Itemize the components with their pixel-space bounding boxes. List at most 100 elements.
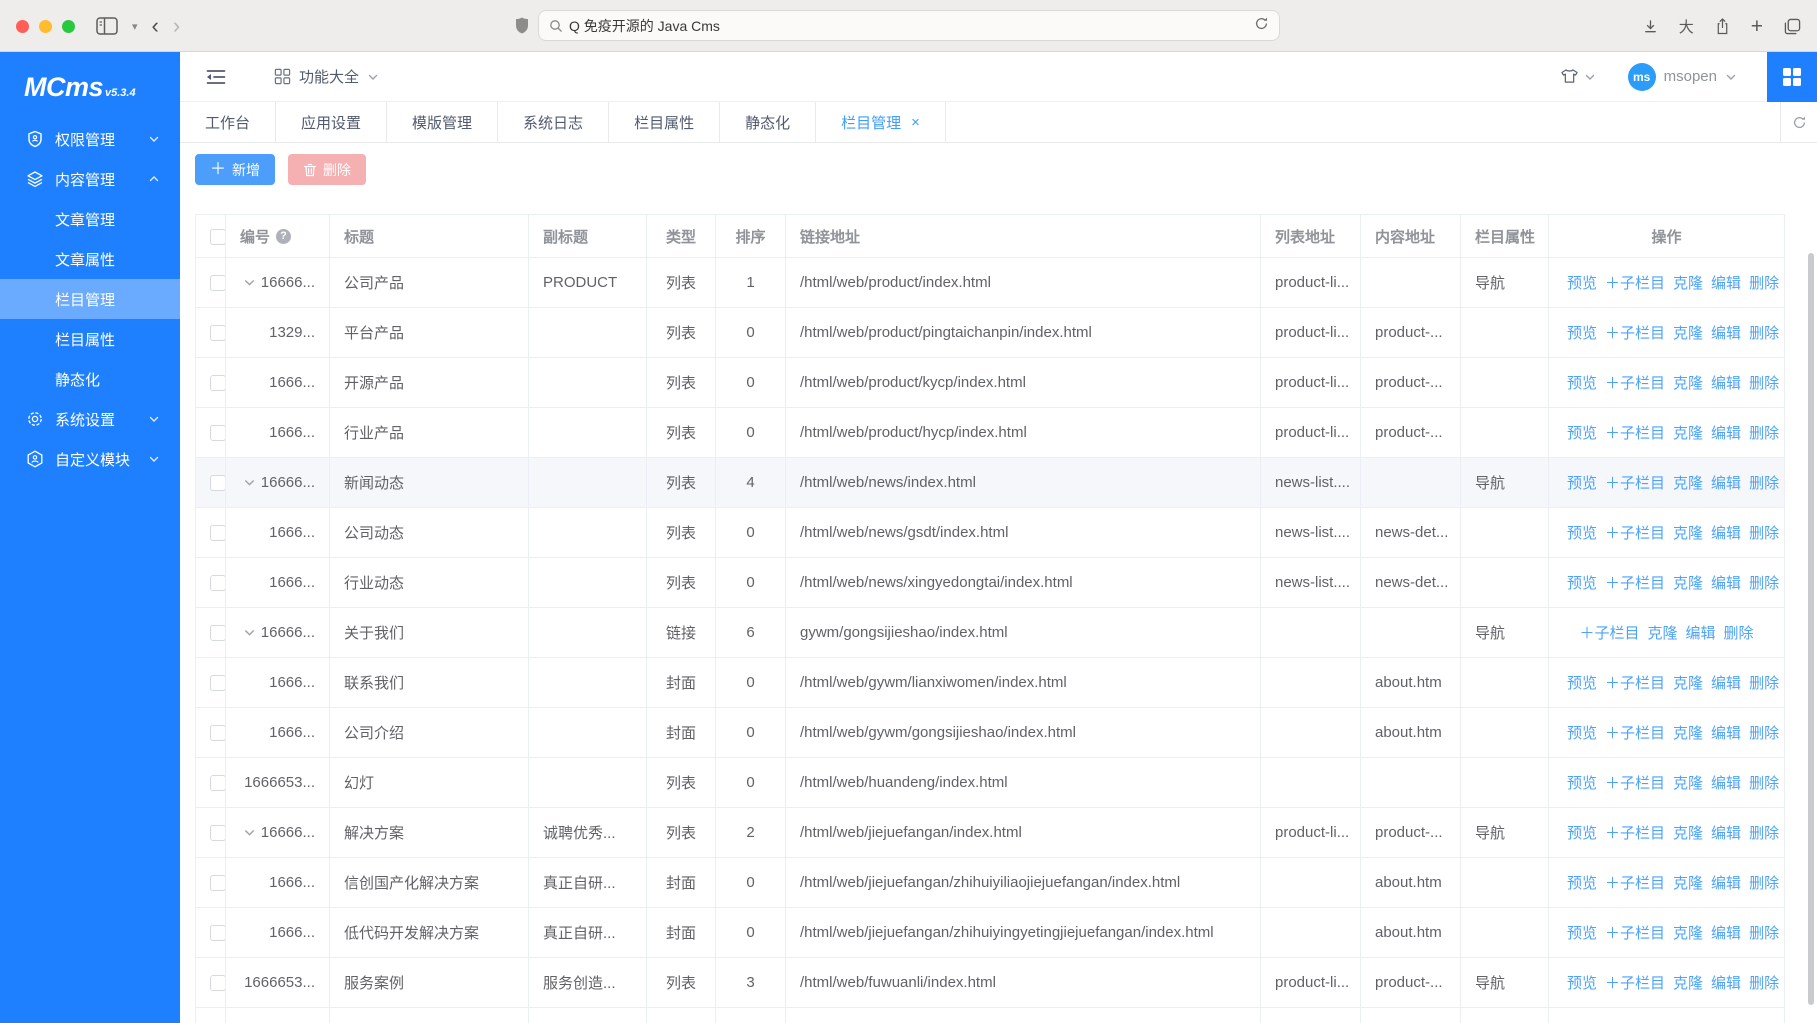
action-edit[interactable]: 编辑 [1711,375,1741,392]
row-checkbox[interactable] [210,325,226,341]
apps-menu-button[interactable]: 功能大全 [274,66,379,87]
action-delete[interactable]: 删除 [1749,525,1779,542]
action-edit[interactable]: 编辑 [1711,325,1741,342]
action-add-subcolumn[interactable]: ＋子栏目 [1605,675,1665,692]
action-delete[interactable]: 删除 [1749,725,1779,742]
action-preview[interactable]: 预览 [1567,425,1597,442]
action-clone[interactable]: 克隆 [1673,775,1703,792]
action-preview[interactable]: 预览 [1567,925,1597,942]
row-checkbox[interactable] [210,875,226,891]
action-add-subcolumn[interactable]: ＋子栏目 [1605,325,1665,342]
text-size-button[interactable]: 大 [1679,16,1694,37]
action-preview[interactable]: 预览 [1567,275,1597,292]
vertical-scrollbar[interactable] [1808,253,1814,1005]
minimize-window-button[interactable] [39,20,52,33]
action-add-subcolumn[interactable]: ＋子栏目 [1605,725,1665,742]
action-add-subcolumn[interactable]: ＋子栏目 [1605,875,1665,892]
action-add-subcolumn[interactable]: ＋子栏目 [1605,425,1665,442]
tab-staticize[interactable]: 静态化 [720,102,816,142]
sidebar-item-system-settings[interactable]: 系统设置 [0,399,180,439]
action-delete[interactable]: 删除 [1724,625,1754,642]
sidebar-item-content[interactable]: 内容管理 [0,159,180,199]
sidebar-item-custom-modules[interactable]: 自定义模块 [0,439,180,479]
action-delete[interactable]: 删除 [1749,475,1779,492]
action-clone[interactable]: 克隆 [1673,575,1703,592]
action-edit[interactable]: 编辑 [1711,675,1741,692]
row-checkbox[interactable] [210,675,226,691]
user-menu[interactable]: ms msopen [1610,63,1737,91]
action-delete[interactable]: 删除 [1749,325,1779,342]
action-delete[interactable]: 删除 [1749,825,1779,842]
action-edit[interactable]: 编辑 [1711,525,1741,542]
sidebar-item-staticize[interactable]: 静态化 [0,359,180,399]
theme-button[interactable] [1560,68,1596,85]
row-checkbox[interactable] [210,975,226,991]
app-grid-button[interactable] [1767,52,1817,102]
action-preview[interactable]: 预览 [1567,325,1597,342]
action-clone[interactable]: 克隆 [1647,625,1677,642]
row-checkbox[interactable] [210,625,226,641]
row-checkbox[interactable] [210,575,226,591]
action-edit[interactable]: 编辑 [1711,575,1741,592]
action-clone[interactable]: 克隆 [1673,325,1703,342]
forward-button[interactable]: › [173,13,180,39]
action-edit[interactable]: 编辑 [1711,875,1741,892]
close-window-button[interactable] [16,20,29,33]
action-clone[interactable]: 克隆 [1673,525,1703,542]
sidebar-item-article-management[interactable]: 文章管理 [0,199,180,239]
expand-row-icon[interactable] [243,826,256,839]
row-checkbox[interactable] [210,725,226,741]
privacy-shield-icon[interactable] [514,16,530,40]
action-add-subcolumn[interactable]: ＋子栏目 [1605,475,1665,492]
row-checkbox[interactable] [210,375,226,391]
action-add-subcolumn[interactable]: ＋子栏目 [1605,825,1665,842]
action-add-subcolumn[interactable]: ＋子栏目 [1605,925,1665,942]
expand-row-icon[interactable] [243,626,256,639]
action-add-subcolumn[interactable]: ＋子栏目 [1605,975,1665,992]
action-clone[interactable]: 克隆 [1673,725,1703,742]
action-delete[interactable]: 删除 [1749,375,1779,392]
sidebar-toggle-icon[interactable] [96,17,118,35]
share-icon[interactable] [1715,18,1730,35]
action-clone[interactable]: 克隆 [1673,925,1703,942]
action-clone[interactable]: 克隆 [1673,825,1703,842]
action-preview[interactable]: 预览 [1567,975,1597,992]
row-checkbox[interactable] [210,825,226,841]
action-add-subcolumn[interactable]: ＋子栏目 [1605,375,1665,392]
tab-column-attributes[interactable]: 栏目属性 [609,102,720,142]
new-tab-icon[interactable]: + [1751,16,1763,37]
help-icon[interactable]: ? [276,229,291,244]
action-clone[interactable]: 克隆 [1673,675,1703,692]
sidebar-item-permissions[interactable]: 权限管理 [0,119,180,159]
action-add-subcolumn[interactable]: ＋子栏目 [1605,525,1665,542]
action-preview[interactable]: 预览 [1567,725,1597,742]
row-checkbox[interactable] [210,275,226,291]
action-preview[interactable]: 预览 [1567,675,1597,692]
download-icon[interactable] [1643,19,1658,34]
address-bar[interactable]: Q 免疫开源的 Java Cms [538,10,1280,41]
back-button[interactable]: ‹ [152,13,159,39]
expand-row-icon[interactable] [243,476,256,489]
delete-button[interactable]: 删除 [288,154,366,185]
action-preview[interactable]: 预览 [1567,475,1597,492]
action-preview[interactable]: 预览 [1567,875,1597,892]
close-icon[interactable]: × [911,115,920,130]
row-checkbox[interactable] [210,525,226,541]
action-preview[interactable]: 预览 [1567,775,1597,792]
action-edit[interactable]: 编辑 [1711,775,1741,792]
action-add-subcolumn[interactable]: ＋子栏目 [1605,775,1665,792]
action-clone[interactable]: 克隆 [1673,275,1703,292]
tab-app-settings[interactable]: 应用设置 [276,102,387,142]
action-edit[interactable]: 编辑 [1711,475,1741,492]
select-all-checkbox[interactable] [210,229,226,245]
action-delete[interactable]: 删除 [1749,875,1779,892]
row-checkbox[interactable] [210,425,226,441]
action-edit[interactable]: 编辑 [1711,275,1741,292]
sidebar-menu-chevron-icon[interactable]: ▾ [132,20,138,33]
refresh-tab-icon[interactable] [1780,102,1817,143]
expand-row-icon[interactable] [243,276,256,289]
tab-template-management[interactable]: 模版管理 [387,102,498,142]
sidebar-item-article-attributes[interactable]: 文章属性 [0,239,180,279]
add-button[interactable]: ＋ 新增 [195,154,275,185]
action-add-subcolumn[interactable]: ＋子栏目 [1579,625,1639,642]
